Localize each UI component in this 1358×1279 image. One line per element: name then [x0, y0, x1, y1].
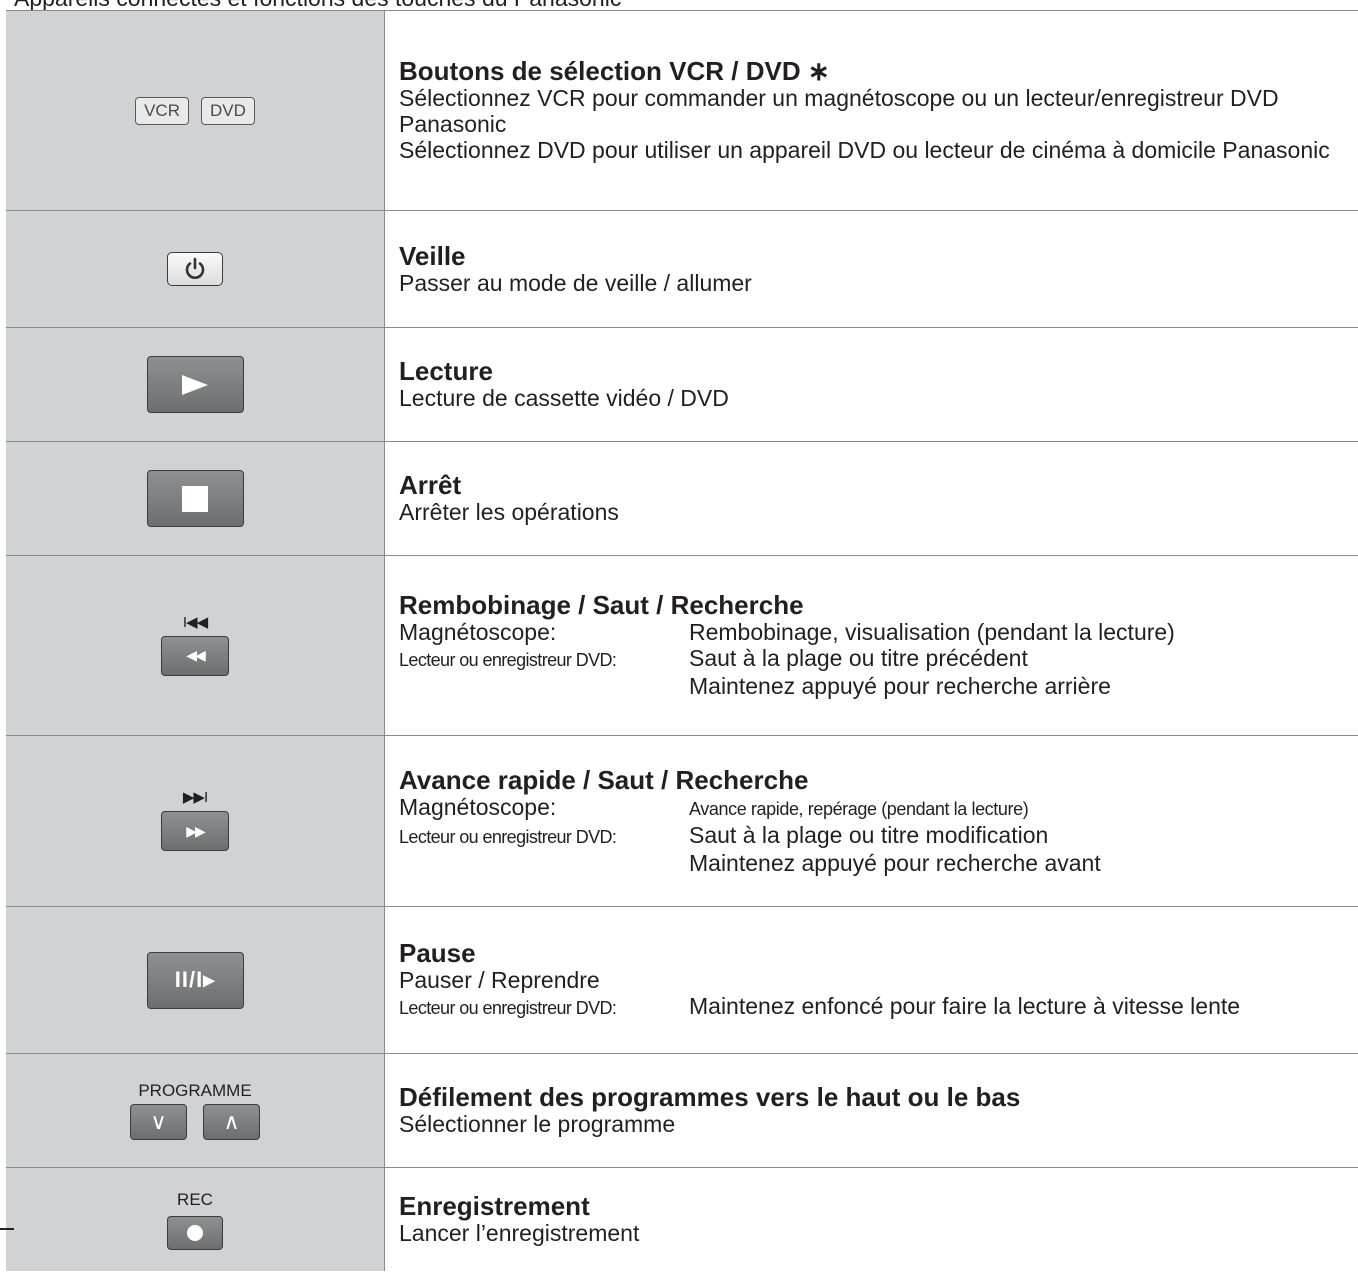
row-title: Avance rapide / Saut / Recherche [399, 764, 809, 795]
sub-label: Lecteur ou enregistreur DVD: [399, 997, 617, 1018]
row-title: Enregistrement [399, 1191, 590, 1221]
sub-label: Lecteur ou enregistreur DVD: [399, 826, 617, 847]
row-title: Veille [399, 240, 466, 271]
page-margin-mark [0, 1228, 14, 1230]
icon-cell: II/I▸ [6, 907, 385, 1053]
programme-down-button[interactable]: ∨ [130, 1104, 187, 1140]
table-row: REC Enregistrement Lancer l’enregistreme… [6, 1168, 1358, 1271]
sub-text: Maintenez appuyé pour recherche arrière [689, 673, 1111, 699]
row-title: Rembobinage / Saut / Recherche [399, 590, 804, 620]
row-title: Pause [399, 937, 476, 968]
sub-label: Magnétoscope: [399, 619, 557, 645]
programme-up-button[interactable]: ∧ [203, 1104, 260, 1140]
rewind-button[interactable]: ◀◀ [161, 635, 229, 676]
description-cell: Rembobinage / Saut / Recherche Magnétosc… [385, 556, 1358, 735]
pause-button[interactable]: II/I▸ [146, 951, 244, 1009]
icon-cell: REC [6, 1168, 385, 1271]
programme-caption: PROGRAMME [138, 1081, 252, 1100]
description-cell: Enregistrement Lancer l’enregistrement [385, 1168, 1358, 1271]
table-row: ▶▶I ▶▶ Avance rapide / Saut / Recherche … [6, 736, 1358, 907]
row-title: Boutons de sélection VCR / DVD ∗ [399, 56, 830, 86]
play-icon [182, 374, 208, 395]
sub-text: Saut à la plage ou titre modification [689, 821, 1049, 848]
icon-cell: ▶▶I ▶▶ [6, 736, 385, 906]
description-cell: Pause Pauser / Reprendre Lecteur ou enre… [385, 907, 1358, 1053]
description-cell: Défilement des programmes vers le haut o… [385, 1054, 1358, 1167]
icon-cell: I◀◀ ◀◀ [6, 556, 385, 735]
vcr-button[interactable]: VCR [135, 96, 189, 125]
skip-forward-icon: ▶▶I [182, 789, 208, 806]
button-function-table: VCR DVD Boutons de sélection VCR / DVD ∗… [6, 10, 1358, 1271]
row-text: Arrêter les opérations [399, 499, 619, 525]
stop-button[interactable] [146, 470, 244, 527]
sub-text: Maintenez appuyé pour recherche avant [689, 849, 1101, 876]
row-text: Sélectionnez DVD pour utiliser un appare… [399, 137, 1330, 163]
fast-forward-icon: ▶▶ [186, 822, 205, 839]
skip-back-icon: I◀◀ [182, 613, 208, 631]
table-row: PROGRAMME ∨ ∧ Défilement des programmes … [6, 1054, 1358, 1168]
record-button[interactable] [167, 1215, 223, 1250]
sub-text: Rembobinage, visualisation (pendant la l… [689, 619, 1175, 645]
sub-text: Saut à la plage ou titre précédent [689, 645, 1028, 671]
icon-cell: VCR DVD [6, 11, 385, 210]
record-icon [187, 1224, 203, 1241]
row-text: Pauser / Reprendre [399, 966, 600, 993]
pause-icon: II/I▸ [174, 967, 216, 992]
rewind-icon: ◀◀ [186, 647, 205, 663]
table-row: I◀◀ ◀◀ Rembobinage / Saut / Recherche Ma… [6, 556, 1358, 736]
sub-label: Magnétoscope: [399, 793, 557, 820]
description-cell: Lecture Lecture de cassette vidéo / DVD [385, 328, 1358, 441]
icon-cell [6, 442, 385, 555]
description-cell: Boutons de sélection VCR / DVD ∗ Sélecti… [385, 11, 1358, 210]
description-cell: Veille Passer au mode de veille / allume… [385, 211, 1358, 327]
table-row: Veille Passer au mode de veille / allume… [6, 211, 1358, 328]
row-text: Lecture de cassette vidéo / DVD [399, 385, 729, 411]
standby-button[interactable] [167, 252, 223, 286]
icon-cell [6, 211, 385, 327]
row-text: Lancer l’enregistrement [399, 1220, 640, 1246]
row-title: Lecture [399, 356, 493, 386]
description-cell: Arrêt Arrêter les opérations [385, 442, 1358, 555]
row-title: Défilement des programmes vers le haut o… [399, 1082, 1021, 1112]
chevron-down-icon: ∨ [150, 1109, 167, 1134]
table-row: Lecture Lecture de cassette vidéo / DVD [6, 328, 1358, 442]
row-title: Arrêt [399, 470, 462, 500]
sub-label: Lecteur ou enregistreur DVD: [399, 650, 617, 670]
chevron-up-icon: ∧ [223, 1109, 240, 1134]
play-button[interactable] [146, 356, 244, 413]
icon-cell: PROGRAMME ∨ ∧ [6, 1054, 385, 1167]
table-row: II/I▸ Pause Pauser / Reprendre Lecteur o… [6, 907, 1358, 1054]
fast-forward-button[interactable]: ▶▶ [161, 811, 229, 851]
sub-text: Maintenez enfoncé pour faire la lecture … [689, 992, 1241, 1019]
icon-cell [6, 328, 385, 441]
sub-text: Avance rapide, repérage (pendant la lect… [689, 798, 1029, 819]
description-cell: Avance rapide / Saut / Recherche Magnéto… [385, 736, 1358, 906]
row-text: Sélectionner le programme [399, 1111, 676, 1137]
power-icon [185, 257, 205, 279]
rec-caption: REC [177, 1189, 213, 1209]
row-text: Passer au mode de veille / allumer [399, 269, 752, 296]
table-row: VCR DVD Boutons de sélection VCR / DVD ∗… [6, 11, 1358, 211]
table-row: Arrêt Arrêter les opérations [6, 442, 1358, 556]
stop-icon [182, 485, 208, 512]
row-text: Sélectionnez VCR pour commander un magné… [399, 85, 1279, 137]
dvd-button[interactable]: DVD [201, 96, 255, 125]
